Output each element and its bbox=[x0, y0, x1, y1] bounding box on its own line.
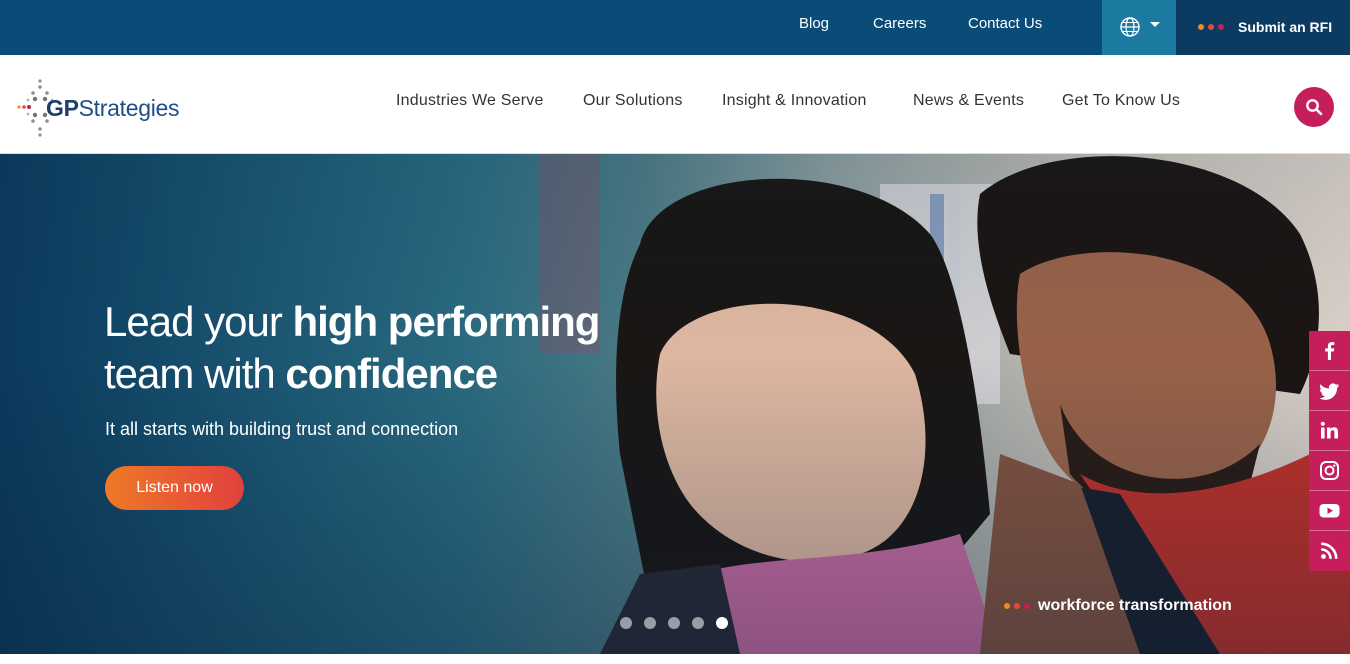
rss-icon bbox=[1321, 542, 1338, 559]
topic-tag-label: workforce transformation bbox=[1038, 597, 1232, 614]
carousel-dot[interactable] bbox=[692, 617, 704, 629]
hero-overlay bbox=[0, 154, 1350, 654]
twitter-icon bbox=[1319, 383, 1339, 400]
search-icon bbox=[1306, 99, 1323, 116]
chevron-down-icon bbox=[1150, 22, 1160, 27]
topic-tag: workforce transformation bbox=[1004, 597, 1232, 615]
contact-us-link[interactable]: Contact Us bbox=[968, 0, 1042, 48]
carousel-dot[interactable] bbox=[644, 617, 656, 629]
carousel-dot[interactable] bbox=[668, 617, 680, 629]
logo-wordmark: GPStrategies bbox=[46, 95, 180, 121]
facebook-link[interactable] bbox=[1309, 331, 1350, 371]
listen-now-button[interactable]: Listen now bbox=[105, 466, 244, 510]
blog-link[interactable]: Blog bbox=[799, 0, 829, 48]
carousel-dot-active[interactable] bbox=[716, 617, 728, 629]
brand-dots-icon bbox=[1004, 602, 1030, 609]
nav-get-to-know-us[interactable]: Get To Know Us bbox=[1062, 92, 1180, 110]
search-button[interactable] bbox=[1294, 87, 1334, 127]
youtube-icon bbox=[1319, 504, 1340, 518]
nav-our-solutions[interactable]: Our Solutions bbox=[583, 92, 683, 110]
youtube-link[interactable] bbox=[1309, 491, 1350, 531]
submit-rfi-label: Submit an RFI bbox=[1238, 19, 1333, 35]
submit-rfi-button[interactable]: Submit an RFI bbox=[1176, 0, 1350, 55]
carousel-pagination bbox=[620, 617, 728, 629]
page-continuation bbox=[0, 654, 1350, 664]
hero-banner: Lead your high performing team with conf… bbox=[0, 154, 1350, 654]
instagram-icon bbox=[1320, 461, 1339, 480]
brand-dots-icon bbox=[1198, 24, 1224, 30]
twitter-link[interactable] bbox=[1309, 371, 1350, 411]
hero-headline: Lead your high performing team with conf… bbox=[104, 298, 600, 397]
nav-industries-we-serve[interactable]: Industries We Serve bbox=[396, 92, 544, 110]
nav-insight-innovation[interactable]: Insight & Innovation bbox=[722, 92, 867, 110]
hero-subheadline: It all starts with building trust and co… bbox=[105, 419, 459, 439]
utility-bar: Blog Careers Contact Us Submit an RFI bbox=[0, 0, 1350, 55]
social-share-rail bbox=[1309, 331, 1350, 571]
careers-link[interactable]: Careers bbox=[873, 0, 926, 48]
gp-strategies-logo[interactable]: GPStrategies bbox=[16, 77, 200, 139]
main-header: GPStrategies Industries We Serve Our Sol… bbox=[0, 55, 1350, 154]
language-selector[interactable] bbox=[1102, 0, 1176, 55]
facebook-icon bbox=[1325, 342, 1335, 360]
linkedin-link[interactable] bbox=[1309, 411, 1350, 451]
globe-icon bbox=[1120, 17, 1140, 37]
instagram-link[interactable] bbox=[1309, 451, 1350, 491]
linkedin-icon bbox=[1320, 421, 1338, 439]
rss-link[interactable] bbox=[1309, 531, 1350, 571]
carousel-dot[interactable] bbox=[620, 617, 632, 629]
nav-news-events[interactable]: News & Events bbox=[913, 92, 1024, 110]
